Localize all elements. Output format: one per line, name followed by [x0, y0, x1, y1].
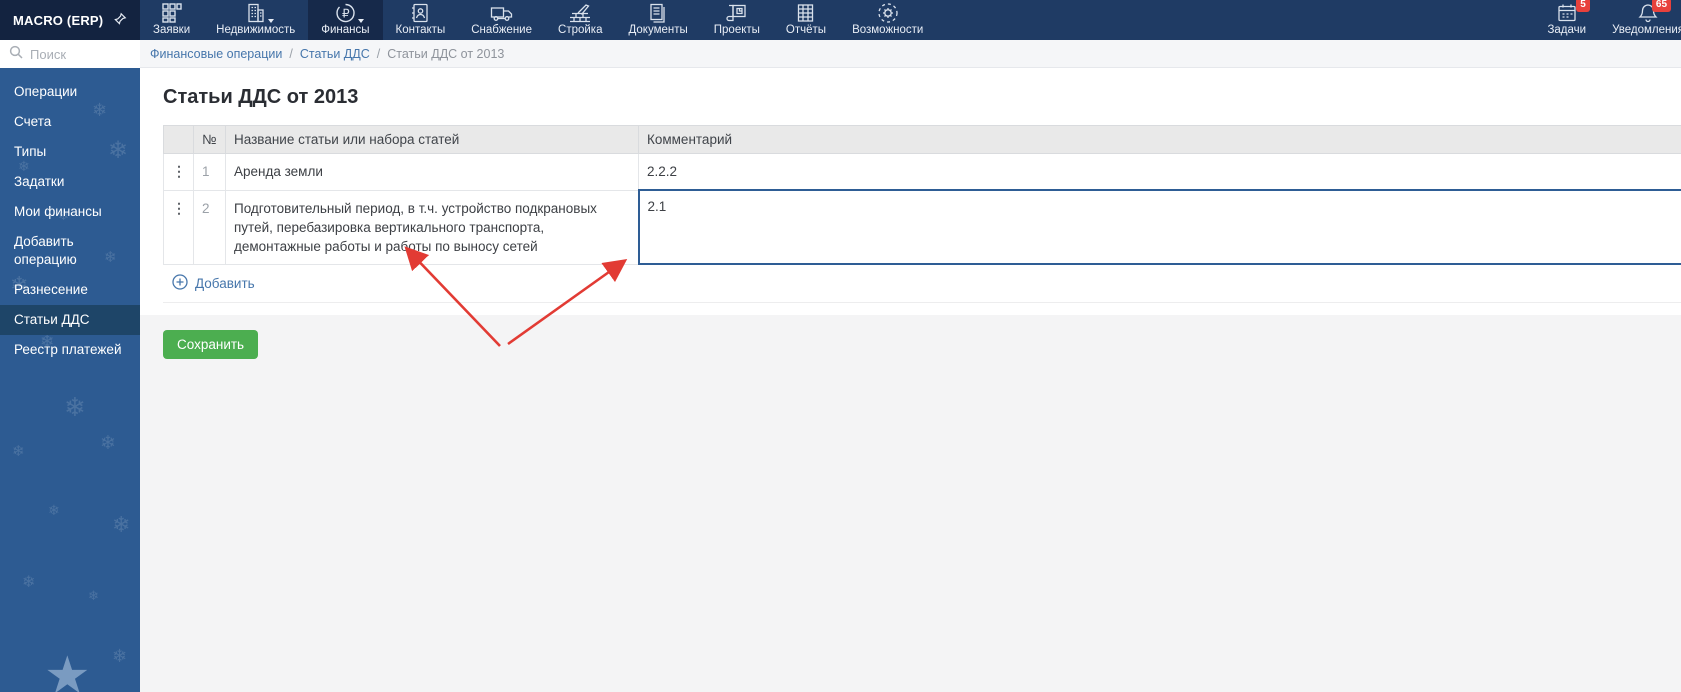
top-nav-dokumenty[interactable]: Документы	[615, 0, 700, 40]
sidebar-item-moi-finansy[interactable]: Мои финансы	[0, 197, 140, 227]
report-table-icon	[795, 2, 817, 24]
add-article-button[interactable]: Добавить	[163, 265, 1681, 303]
top-nav-zayavki[interactable]: Заявки	[140, 0, 203, 40]
top-nav-snabzhenie[interactable]: Снабжение	[458, 0, 545, 40]
table-header-row: № Название статьи или набора статей Комм…	[164, 126, 1681, 154]
dds-articles-table: № Название статьи или набора статей Комм…	[163, 125, 1681, 265]
chevron-down-icon	[358, 19, 364, 23]
article-name-cell[interactable]: Подготовительный период, в т.ч. устройст…	[226, 190, 639, 264]
star-decoration: ★	[44, 646, 91, 692]
top-nav-label: Финансы	[321, 24, 369, 36]
top-nav-stroyka[interactable]: Стройка	[545, 0, 615, 40]
breadcrumb-link-finansovye-operacii[interactable]: Финансовые операции	[150, 47, 282, 61]
top-nav-label: Отчёты	[786, 24, 826, 36]
top-nav-label: Заявки	[153, 24, 190, 36]
page-title: Статьи ДДС от 2013	[163, 86, 1681, 109]
blueprint-icon	[725, 2, 748, 24]
top-nav-label: Недвижимость	[216, 24, 295, 36]
num-column-header: №	[194, 126, 226, 154]
svg-text:₽: ₽	[342, 7, 350, 21]
bell-icon: 65	[1637, 2, 1659, 24]
row-number: 1	[194, 154, 226, 191]
breadcrumb-link-stati-dds[interactable]: Статьи ДДС	[300, 47, 370, 61]
top-nav-label: Уведомления	[1612, 24, 1681, 36]
sidebar-item-dobavit-operaciyu[interactable]: Добавить операцию	[0, 227, 140, 275]
breadcrumb: Финансовые операции / Статьи ДДС / Стать…	[140, 40, 1681, 68]
sidebar-item-reestr-platezhey[interactable]: Реестр платежей	[0, 335, 140, 365]
grid-icon	[161, 2, 183, 24]
snowflake-decoration: ❄	[12, 442, 25, 460]
breadcrumb-separator: /	[289, 47, 292, 61]
snowflake-decoration: ❄	[88, 588, 99, 604]
name-column-header: Название статьи или набора статей	[226, 126, 639, 154]
drag-handle-column-header	[164, 126, 194, 154]
top-nav-label: Контакты	[396, 24, 446, 36]
comment-column-header: Комментарий	[639, 126, 1681, 154]
snowflake-decoration: ❄	[112, 512, 130, 538]
sidebar-item-stati-dds[interactable]: Статьи ДДС	[0, 305, 140, 335]
comment-cell-selected[interactable]: 2.1	[639, 190, 1681, 264]
snowflake-decoration: ❄	[112, 646, 127, 667]
top-bar: MACRO (ERP) Заявки Недвижимость	[0, 0, 1681, 40]
kebab-menu-icon[interactable]: ⋮	[164, 190, 194, 264]
breadcrumb-current: Статьи ДДС от 2013	[387, 47, 504, 61]
sidebar-item-scheta[interactable]: Счета	[0, 107, 140, 137]
top-nav-finansy[interactable]: ₽ Финансы	[308, 0, 382, 40]
sidebar-item-operacii[interactable]: Операции	[0, 77, 140, 107]
top-nav-kontakty[interactable]: Контакты	[383, 0, 459, 40]
table-row: ⋮ 2 Подготовительный период, в т.ч. устр…	[164, 190, 1681, 264]
sidebar-search[interactable]	[0, 40, 140, 68]
chevron-down-icon	[268, 19, 274, 23]
sidebar-item-raznesenie[interactable]: Разнесение	[0, 275, 140, 305]
top-nav-label: Документы	[628, 24, 687, 36]
kebab-menu-icon[interactable]: ⋮	[164, 154, 194, 191]
breadcrumb-separator: /	[377, 47, 380, 61]
content-card: Статьи ДДС от 2013 № Название статьи или…	[140, 68, 1681, 315]
pin-icon[interactable]	[113, 12, 127, 29]
truck-icon	[490, 2, 514, 24]
comment-cell[interactable]: 2.2.2	[639, 154, 1681, 191]
building-icon	[245, 2, 267, 24]
add-article-label: Добавить	[195, 276, 255, 291]
top-nav-label: Задачи	[1547, 24, 1586, 36]
top-nav-label: Снабжение	[471, 24, 532, 36]
ruble-circle-icon: ₽	[334, 2, 357, 24]
top-nav-label: Стройка	[558, 24, 602, 36]
app-logo-text: MACRO (ERP)	[13, 13, 103, 28]
notifications-badge: 65	[1652, 0, 1671, 12]
top-nav-zadachi[interactable]: 5 Задачи	[1534, 0, 1599, 40]
top-nav-label: Проекты	[714, 24, 760, 36]
snowflake-decoration: ❄	[64, 392, 86, 423]
sidebar-menu: Операции Счета Типы Задатки Мои финансы …	[0, 77, 140, 365]
row-number: 2	[194, 190, 226, 264]
top-nav-vozmozhnosti[interactable]: Возможности	[839, 0, 936, 40]
sidebar: ❄ ❄ ❄ ❄ ❄ ❄ ❄ ❄ ❄ ❄ ❄ ❄ ❄ ❄ ❄ ❄ ★ Операц…	[0, 40, 140, 692]
search-icon	[9, 45, 23, 64]
top-nav-uvedomleniya[interactable]: 65 Уведомления	[1599, 0, 1681, 40]
sidebar-item-tipy[interactable]: Типы	[0, 137, 140, 167]
app-logo[interactable]: MACRO (ERP)	[0, 0, 140, 40]
plus-circle-icon	[172, 274, 188, 293]
sidebar-item-zadatki[interactable]: Задатки	[0, 167, 140, 197]
snowflake-decoration: ❄	[22, 572, 35, 592]
table-row: ⋮ 1 Аренда земли 2.2.2	[164, 154, 1681, 191]
save-button[interactable]: Сохранить	[163, 330, 258, 359]
top-nav-otchety[interactable]: Отчёты	[773, 0, 839, 40]
search-input[interactable]	[30, 47, 131, 62]
top-nav-label: Возможности	[852, 24, 923, 36]
gear-dashed-icon	[877, 2, 899, 24]
tasks-badge: 5	[1576, 0, 1590, 12]
top-nav-nedvizhimost[interactable]: Недвижимость	[203, 0, 308, 40]
top-nav-proekty[interactable]: Проекты	[701, 0, 773, 40]
documents-icon	[647, 2, 669, 24]
snowflake-decoration: ❄	[100, 432, 116, 455]
calendar-icon: 5	[1556, 2, 1578, 24]
article-name-cell[interactable]: Аренда земли	[226, 154, 639, 191]
construction-icon	[568, 2, 592, 24]
snowflake-decoration: ❄	[48, 502, 60, 519]
main-content: Финансовые операции / Статьи ДДС / Стать…	[140, 40, 1681, 692]
contacts-book-icon	[409, 2, 431, 24]
